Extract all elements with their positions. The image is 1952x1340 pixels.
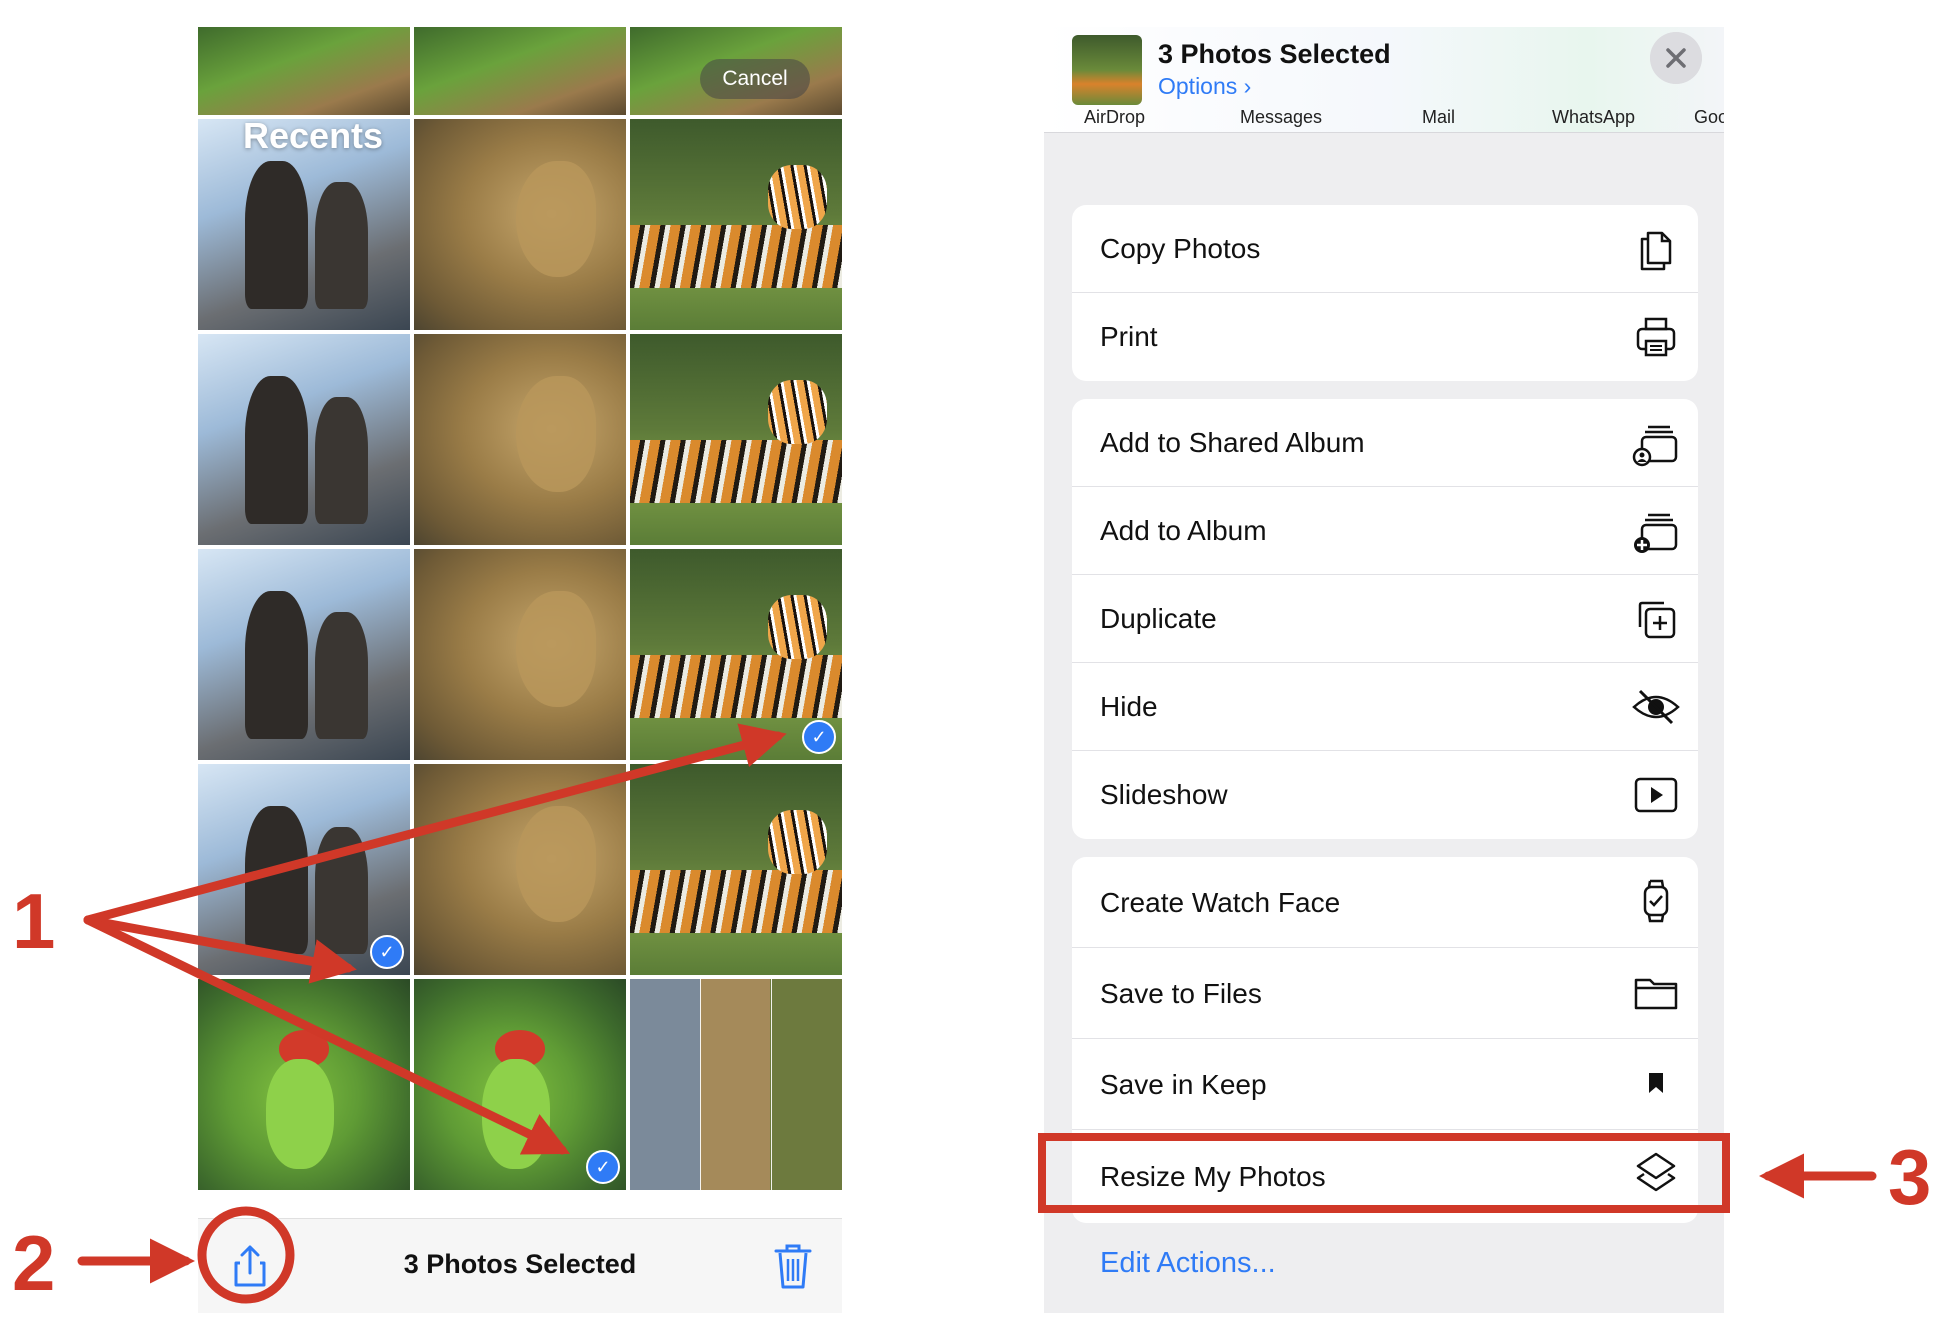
share-highlight-circle (197, 1206, 295, 1304)
step-number-2: 2 (12, 1219, 56, 1307)
arrow-to-tiger (83, 723, 787, 925)
step-number-3: 3 (1888, 1133, 1932, 1221)
annotation-arrows (77, 723, 1877, 1304)
arrow-to-parrot (83, 915, 571, 1155)
step-number-1: 1 (12, 877, 56, 965)
arrow-to-goat (83, 915, 357, 984)
